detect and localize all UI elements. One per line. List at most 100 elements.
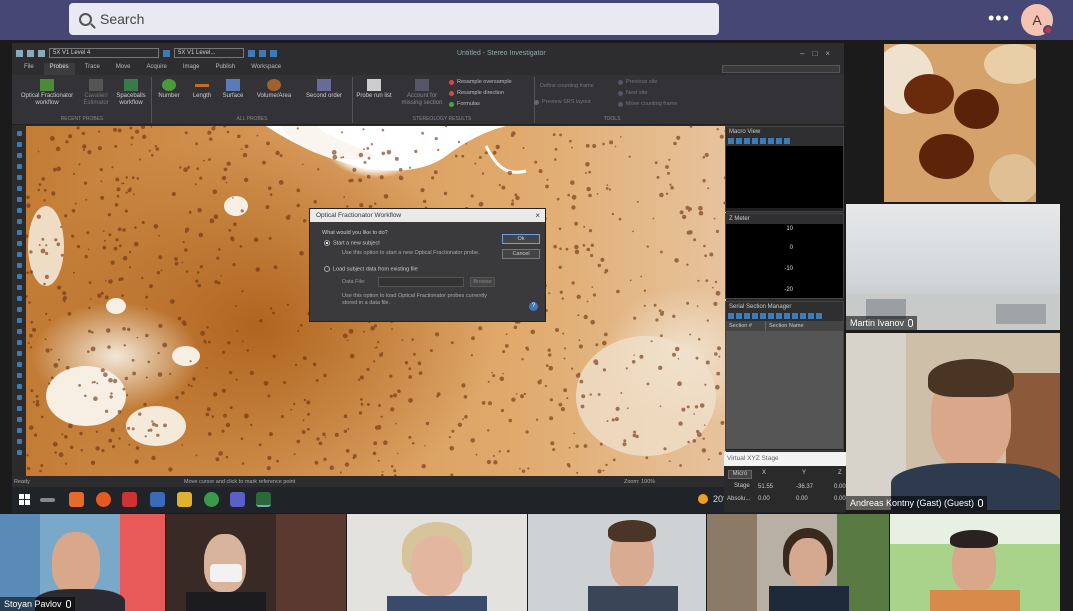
stage-x-value: 51.55 [758, 484, 774, 490]
help-icon[interactable] [163, 49, 170, 57]
tab-file[interactable]: File [18, 63, 40, 75]
col-section-number[interactable]: Section # [726, 321, 766, 331]
video-tile-participant-3[interactable] [347, 514, 527, 611]
file-explorer-icon[interactable] [177, 492, 192, 507]
surface-button[interactable]: Surface [218, 79, 248, 100]
xyz-mode-select[interactable]: Micro [728, 470, 752, 479]
macro-view-canvas[interactable] [726, 146, 843, 208]
length-button[interactable]: Length [187, 79, 217, 100]
abs-z-value: 0.00 [834, 496, 846, 502]
option2-description: Use this option to load Optical Fraction… [342, 293, 487, 306]
chrome-icon[interactable] [204, 492, 219, 507]
radio-new-subject[interactable]: Start a new subject [324, 240, 380, 246]
ribbon-divider [352, 77, 353, 123]
next-site-button[interactable]: Next site [618, 90, 647, 96]
tab-trace[interactable]: Trace [79, 63, 106, 75]
define-counting-frame-button[interactable]: Define counting frame [540, 83, 594, 89]
formulas-button[interactable]: Formulas [449, 101, 480, 107]
data-file-label: Data File: [342, 279, 366, 285]
new-file-icon[interactable] [16, 49, 23, 57]
resample-direction-button[interactable]: Resample direction [449, 90, 504, 96]
optical-fractionator-button[interactable]: Optical Fractionator workflow [16, 79, 78, 107]
browse-button[interactable]: Browse [470, 277, 495, 287]
option1-description: Use this option to start a new Optical F… [342, 250, 480, 256]
app-title-bar: 5X V1 Level 4 5X V1 Level... Untitled - … [12, 43, 844, 63]
search-input[interactable]: Search [100, 11, 144, 27]
group-stereology-results: STEREOLOGY RESULTS [412, 116, 472, 122]
data-file-input[interactable] [378, 277, 464, 287]
teams-icon[interactable] [230, 492, 245, 507]
dialog-title: Optical Fractionator Workflow [310, 209, 545, 222]
formulas-icon [449, 101, 454, 107]
tab-publish[interactable]: Publish [210, 63, 242, 75]
group-tools: TOOLS [603, 116, 621, 122]
ok-button[interactable]: Ok [502, 234, 540, 244]
video-tile-participant-4[interactable] [528, 514, 706, 611]
move-counting-frame-button[interactable]: Move counting frame [618, 101, 677, 107]
resample-direction-icon [449, 90, 454, 96]
arrow-left-icon[interactable] [248, 49, 255, 57]
ribbon-search-input[interactable] [722, 65, 840, 73]
participant-name-stoyan: Stoyan Pavlov [0, 597, 75, 611]
optical-fractionator-icon [40, 79, 54, 91]
number-button[interactable]: Number [154, 79, 184, 100]
save-icon[interactable] [38, 49, 45, 57]
surface-icon [226, 79, 240, 91]
app-icon-4[interactable] [150, 492, 165, 507]
left-toolbar[interactable] [12, 125, 26, 477]
open-file-icon[interactable] [27, 49, 34, 57]
volume-area-button[interactable]: Volume/Area [252, 79, 296, 100]
resample-oversample-button[interactable]: Resample oversample [449, 79, 512, 85]
z-meter-scale: 10 0 -10 -20 [726, 224, 843, 298]
account-missing-button[interactable]: Account for missing section [397, 79, 447, 107]
cavalieri-button[interactable]: Cavalieri Estimator [80, 79, 112, 107]
tab-workspace[interactable]: Workspace [245, 63, 287, 75]
cancel-button[interactable]: Cancel [502, 249, 540, 259]
section-table-body[interactable] [726, 331, 843, 449]
video-tile-participant-6[interactable] [890, 514, 1060, 611]
virtual-xyz-stage: Virtual XYZ Stage Micro X Y Z Stage 51.5… [724, 452, 846, 512]
macro-view-toolbar[interactable] [726, 137, 843, 146]
tab-probes[interactable]: Probes [43, 63, 75, 75]
video-tile-microscope[interactable] [884, 44, 1036, 202]
tab-move[interactable]: Move [110, 63, 137, 75]
app-icon-1[interactable] [69, 492, 84, 507]
more-options-button[interactable]: ••• [988, 8, 1010, 29]
arrow-up-icon[interactable] [259, 49, 266, 57]
level-dropdown-1[interactable]: 5X V1 Level 4 [49, 48, 159, 58]
tab-image[interactable]: Image [177, 63, 206, 75]
radio-load-subject[interactable]: Load subject data from existing file [324, 266, 418, 272]
serial-section-toolbar[interactable] [726, 312, 843, 321]
previous-site-button[interactable]: Previous site [618, 79, 658, 85]
mic-muted-icon [65, 600, 71, 608]
arrow-right-icon[interactable] [270, 49, 277, 57]
video-tile-participant-5[interactable] [707, 514, 889, 611]
stereo-investigator-icon[interactable] [256, 492, 271, 507]
help-icon[interactable]: ? [529, 302, 538, 311]
abs-y-value: 0.00 [796, 496, 808, 502]
video-tile-martin[interactable]: Martin Ivanov [846, 204, 1060, 330]
window-controls[interactable]: –□× [800, 49, 838, 58]
spaceballs-button[interactable]: Spaceballs workflow [114, 79, 148, 107]
search-box[interactable]: Search [69, 3, 719, 35]
task-view-icon[interactable] [40, 498, 55, 502]
dialog-close-icon[interactable]: × [535, 209, 540, 222]
app-icon-3[interactable] [122, 492, 137, 507]
second-order-button[interactable]: Second order [302, 79, 346, 100]
col-section-name[interactable]: Section Name [766, 321, 804, 331]
firefox-icon[interactable] [96, 492, 111, 507]
video-tile-stoyan[interactable]: Stoyan Pavlov [0, 514, 165, 611]
previous-site-icon [618, 79, 623, 85]
level-dropdown-2[interactable]: 5X V1 Level... [174, 48, 244, 58]
tab-acquire[interactable]: Acquire [140, 63, 172, 75]
abs-x-value: 0.00 [758, 496, 770, 502]
macro-view-panel: Macro View [725, 126, 844, 212]
video-tile-andreas[interactable]: Andreas Kontny (Gast) (Guest) [846, 333, 1060, 510]
windows-start-icon[interactable] [17, 492, 32, 507]
probe-run-list-button[interactable]: Probe run list [354, 79, 394, 100]
video-tile-participant-2[interactable] [166, 514, 346, 611]
ribbon-tabs: File Probes Trace Move Acquire Image Pub… [12, 63, 844, 75]
windows-taskbar: 20°C [12, 487, 844, 513]
preview-srs-button[interactable]: Preview SRS layout [534, 99, 591, 105]
length-icon [195, 84, 209, 87]
